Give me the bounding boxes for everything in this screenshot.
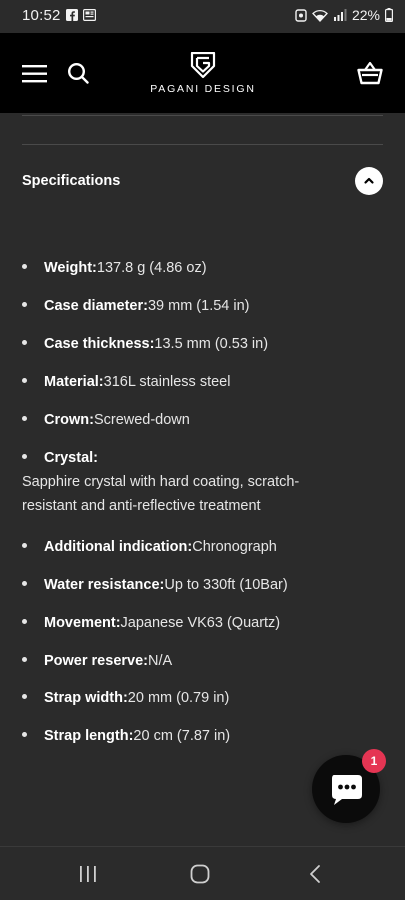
back-button[interactable]: [308, 864, 322, 884]
spec-value: N/A: [147, 653, 173, 669]
status-time: 10:52: [22, 7, 61, 24]
wifi-icon: [312, 9, 328, 22]
spec-label: Movement:: [44, 615, 121, 631]
signal-icon: [333, 9, 347, 21]
section-divider: [22, 144, 383, 145]
spec-label: Crown:: [44, 412, 94, 428]
basket-icon: [357, 61, 383, 85]
bullet: [22, 694, 27, 699]
hamburger-icon: [22, 65, 47, 83]
section-title: Specifications: [22, 173, 121, 189]
spec-value: Screwed-down: [93, 412, 190, 428]
bullet: [22, 657, 27, 662]
battery-icon: [385, 8, 393, 22]
spec-label: Weight:: [44, 260, 97, 276]
data-saver-icon: [295, 8, 307, 22]
spec-label: Power reserve:: [44, 653, 148, 669]
bullet: [22, 416, 27, 421]
spec-label: Strap length:: [44, 728, 134, 744]
chevron-up-icon: [364, 177, 374, 184]
bullet: [22, 581, 27, 586]
unread-badge: 1: [362, 749, 386, 773]
spec-value: 13.5 mm (0.53 in): [154, 336, 269, 352]
spec-value: 316L stainless steel: [103, 374, 231, 390]
bullet: [22, 302, 27, 307]
site-header: PAGANI DESIGN: [0, 33, 405, 113]
bullet: [22, 454, 27, 459]
spec-value: 20 cm (7.87 in): [133, 728, 231, 744]
bullet: [22, 264, 27, 269]
home-button[interactable]: [190, 864, 210, 884]
brand-logo[interactable]: PAGANI DESIGN: [144, 52, 262, 98]
spec-value: Up to 330ft (10Bar): [164, 577, 288, 593]
section-divider: [22, 115, 383, 116]
system-icons: 22%: [295, 7, 393, 23]
bullet: [22, 340, 27, 345]
collapse-button[interactable]: [355, 167, 383, 195]
status-bar: 10:52 22%: [0, 0, 405, 33]
bullet: [22, 543, 27, 548]
spec-value: 137.8 g (4.86 oz): [96, 260, 207, 276]
recents-button[interactable]: [77, 865, 99, 883]
spec-label: Water resistance:: [44, 577, 165, 593]
news-icon: [83, 9, 96, 21]
system-nav-bar: [0, 846, 405, 900]
brand-name: PAGANI DESIGN: [150, 83, 256, 95]
search-icon: [67, 62, 89, 84]
home-icon: [190, 864, 210, 884]
spec-label: Material:: [44, 374, 104, 390]
spec-label: Additional indication:: [44, 539, 193, 555]
cart-button[interactable]: [357, 61, 383, 85]
battery-percent: 22%: [351, 7, 380, 23]
facebook-icon: [66, 9, 78, 21]
spec-description: Sapphire crystal with hard coating, scra…: [22, 474, 300, 514]
spec-label: Case thickness:: [44, 336, 155, 352]
spec-label: Strap width:: [44, 690, 128, 706]
search-button[interactable]: [67, 62, 89, 84]
spec-value: Chronograph: [192, 539, 277, 555]
back-icon: [310, 865, 320, 883]
shield-logo-icon: [190, 52, 216, 79]
notification-icons: [66, 9, 96, 21]
bullet: [22, 619, 27, 624]
spec-value: 39 mm (1.54 in): [147, 298, 250, 314]
spec-value: Japanese VK63 (Quartz): [120, 615, 281, 631]
spec-value: 20 mm (0.79 in): [127, 690, 230, 706]
menu-button[interactable]: [22, 64, 48, 84]
spec-label: Crystal:: [44, 450, 98, 466]
spec-label: Case diameter:: [44, 298, 148, 314]
recents-icon: [80, 866, 96, 882]
bullet: [22, 732, 27, 737]
specifications-accordion-header[interactable]: Specifications: [22, 164, 383, 200]
bullet: [22, 378, 27, 383]
